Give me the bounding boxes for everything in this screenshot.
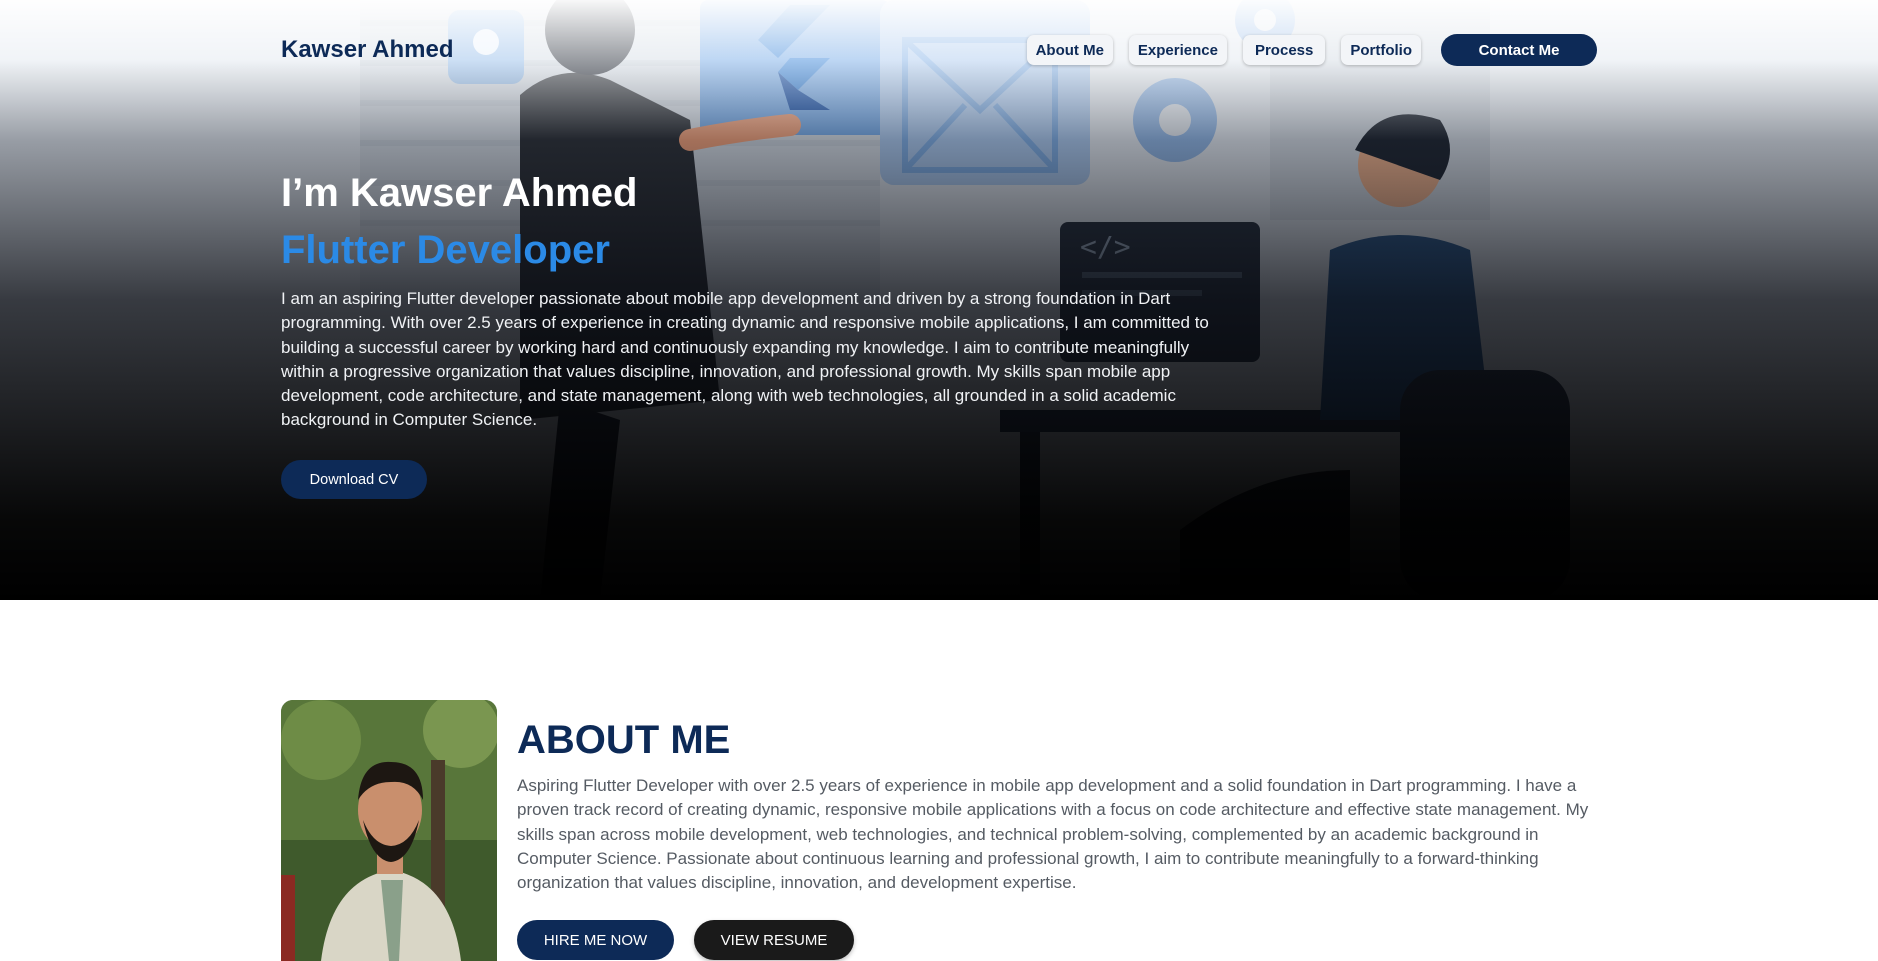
profile-photo bbox=[281, 700, 497, 961]
site-header: Kawser Ahmed About Me Experience Process… bbox=[281, 30, 1597, 70]
about-title: ABOUT ME bbox=[517, 718, 731, 762]
download-cv-button[interactable]: Download CV bbox=[281, 460, 427, 499]
about-description: Aspiring Flutter Developer with over 2.5… bbox=[517, 776, 1589, 893]
hero-greeting: I’m Kawser Ahmed bbox=[281, 171, 638, 215]
hire-me-button[interactable]: HIRE ME NOW bbox=[517, 920, 674, 960]
contact-me-button[interactable]: Contact Me bbox=[1441, 34, 1597, 66]
about-section: ABOUT ME Aspiring Flutter Developer with… bbox=[517, 716, 1599, 895]
hero-content: I’m Kawser Ahmed Flutter Developer I am … bbox=[281, 168, 1231, 433]
main-nav: About Me Experience Process Portfolio Co… bbox=[1011, 34, 1597, 66]
site-logo[interactable]: Kawser Ahmed bbox=[281, 36, 454, 64]
hero-section: </> Kawser Ahmed About Me Experience Pro… bbox=[0, 0, 1878, 600]
hero-description: I am an aspiring Flutter developer passi… bbox=[281, 289, 1209, 430]
nav-process[interactable]: Process bbox=[1242, 35, 1326, 65]
profile-photo-illustration bbox=[281, 700, 497, 961]
nav-portfolio[interactable]: Portfolio bbox=[1341, 35, 1421, 65]
nav-experience[interactable]: Experience bbox=[1128, 35, 1227, 65]
about-actions: HIRE ME NOW VIEW RESUME bbox=[517, 920, 854, 960]
view-resume-button[interactable]: VIEW RESUME bbox=[694, 920, 854, 960]
hero-role: Flutter Developer bbox=[281, 228, 610, 272]
nav-about-me[interactable]: About Me bbox=[1026, 35, 1113, 65]
